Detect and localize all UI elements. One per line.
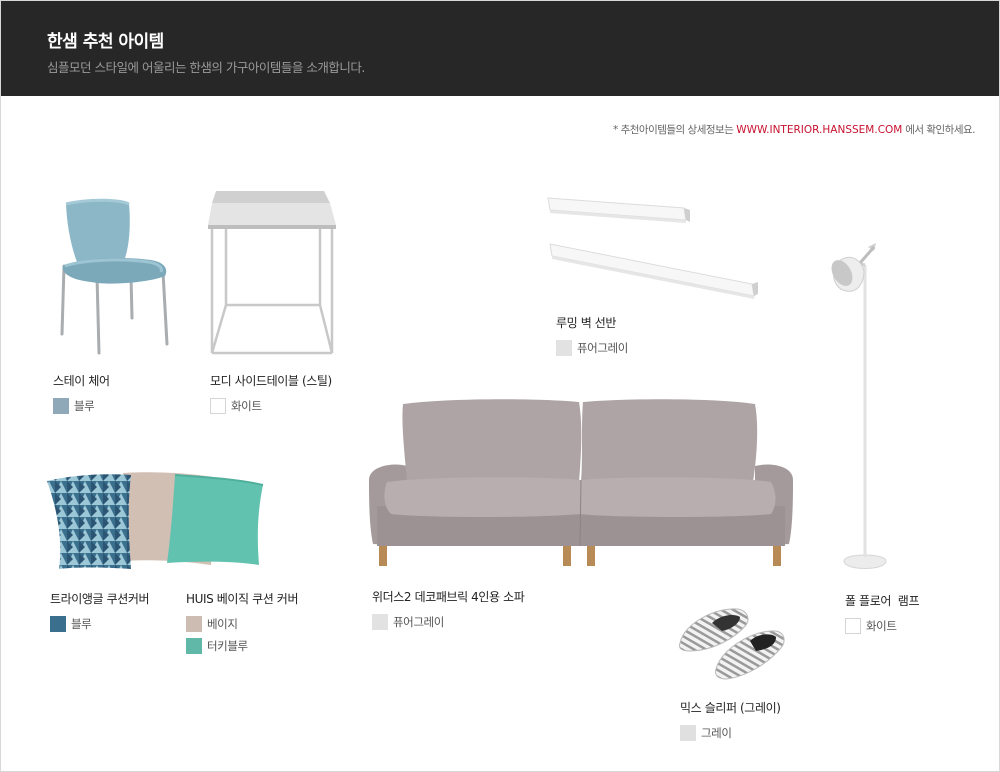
color-swatch (845, 618, 861, 634)
product-name[interactable]: 믹스 슬리퍼 (그레이) (680, 699, 781, 716)
color-swatch (50, 616, 66, 632)
color-label: 화이트 (866, 619, 897, 633)
color-label: 퓨어그레이 (577, 341, 628, 355)
color-swatch (680, 725, 696, 741)
floor-lamp-image[interactable] (826, 241, 887, 576)
header-banner: 한샘 추천 아이템 심플모던 스타일에 어울리는 한샘의 가구아이템들을 소개합… (1, 1, 999, 96)
product-widders-sofa[interactable]: 위더스2 데코패브릭 4인용 소파 퓨어그레이 (372, 588, 525, 630)
product-name[interactable]: 스테이 체어 (53, 372, 110, 389)
cushions-image[interactable] (43, 469, 268, 571)
product-huis-cushion[interactable]: HUIS 베이직 쿠션 커버 베이지 터키블루 (186, 590, 298, 654)
color-label: 터키블루 (207, 639, 248, 653)
color-option[interactable]: 화이트 (210, 398, 332, 414)
product-rooming-shelf[interactable]: 루밍 벽 선반 퓨어그레이 (556, 314, 628, 356)
color-option[interactable]: 화이트 (845, 618, 919, 634)
color-label: 블루 (71, 617, 92, 631)
detail-notice: * 추천아이템들의 상세정보는 WWW.INTERIOR.HANSSEM.COM… (613, 122, 975, 137)
color-option[interactable]: 블루 (50, 616, 149, 632)
notice-prefix: * 추천아이템들의 상세정보는 (613, 124, 734, 136)
product-name[interactable]: 트라이앵글 쿠션커버 (50, 590, 150, 607)
color-label: 화이트 (231, 399, 262, 413)
product-name[interactable]: 폴 플로어 램프 (845, 592, 919, 609)
slippers-image[interactable] (676, 603, 786, 683)
side-table-image[interactable] (206, 189, 341, 357)
color-option[interactable]: 퓨어그레이 (556, 340, 628, 356)
color-swatch (556, 340, 572, 356)
page-subtitle: 심플모던 스타일에 어울리는 한샘의 가구아이템들을 소개합니다. (47, 60, 365, 75)
color-option[interactable]: 블루 (53, 398, 110, 414)
chair-image[interactable] (51, 196, 176, 361)
hanssem-link[interactable]: WWW.INTERIOR.HANSSEM.COM (736, 124, 902, 136)
color-swatch (210, 398, 226, 414)
product-name[interactable]: 위더스2 데코패브릭 4인용 소파 (372, 588, 525, 605)
color-swatch (372, 614, 388, 630)
product-floor-lamp[interactable]: 폴 플로어 램프 화이트 (845, 592, 919, 634)
product-name[interactable]: 모디 사이드테이블 (스틸) (210, 372, 332, 389)
color-option[interactable]: 그레이 (680, 725, 781, 741)
color-option[interactable]: 베이지 (186, 616, 298, 632)
wall-shelf-image[interactable] (544, 196, 764, 301)
product-triangle-cushion[interactable]: 트라이앵글 쿠션커버 블루 (50, 590, 150, 632)
color-label: 퓨어그레이 (393, 615, 444, 629)
color-label: 블루 (74, 399, 95, 413)
color-swatch (186, 616, 202, 632)
product-name[interactable]: HUIS 베이직 쿠션 커버 (186, 590, 298, 607)
color-option[interactable]: 터키블루 (186, 638, 298, 654)
color-label: 그레이 (701, 726, 732, 740)
color-swatch (53, 398, 69, 414)
page-title: 한샘 추천 아이템 (47, 32, 164, 52)
product-modi-side-table[interactable]: 모디 사이드테이블 (스틸) 화이트 (210, 372, 332, 414)
product-stay-chair[interactable]: 스테이 체어 블루 (53, 372, 110, 414)
sofa-image[interactable] (367, 396, 795, 571)
product-mix-slipper[interactable]: 믹스 슬리퍼 (그레이) 그레이 (680, 699, 781, 741)
recommend-items-panel: 한샘 추천 아이템 심플모던 스타일에 어울리는 한샘의 가구아이템들을 소개합… (0, 0, 1000, 772)
color-option[interactable]: 퓨어그레이 (372, 614, 524, 630)
product-name[interactable]: 루밍 벽 선반 (556, 314, 628, 331)
color-swatch (186, 638, 202, 654)
color-label: 베이지 (207, 617, 238, 631)
notice-suffix: 에서 확인하세요. (905, 124, 975, 136)
